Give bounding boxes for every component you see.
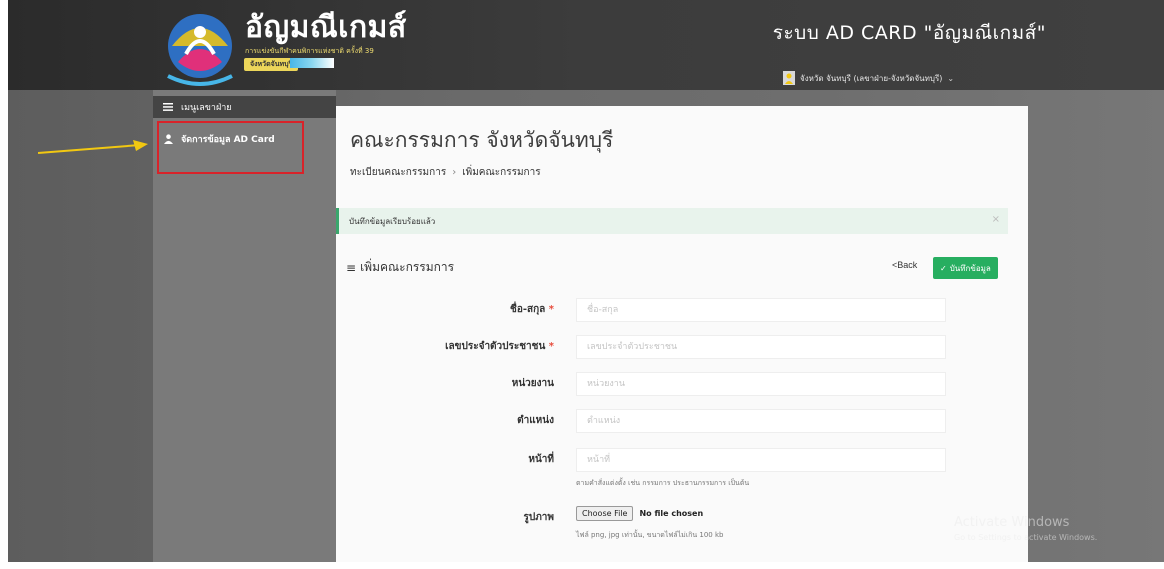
file-upload: Choose File No file chosen (576, 506, 703, 521)
sidebar-item-menu[interactable]: เมนูเลขาฝ่าย (153, 96, 336, 118)
choose-file-button[interactable]: Choose File (576, 506, 634, 521)
annotation-arrow-icon (38, 140, 148, 154)
screenshot-photo: อัญมณีเกมส์ การแข่งขันกีฬาคนพิการแห่งชาต… (8, 0, 1164, 562)
duty-label: หน้าที่ (528, 454, 554, 465)
back-button[interactable]: <Back (892, 260, 917, 270)
unit-label: หน่วยงาน (511, 378, 554, 389)
activate-windows-watermark: Activate Windows Go to Settings to activ… (954, 514, 1097, 543)
main-content: คณะกรรมการ จังหวัดจันทบุรี ทะเบียนคณะกรร… (336, 106, 1028, 562)
page-title: คณะกรรมการ จังหวัดจันทบุรี (350, 128, 614, 152)
alert-text: บันทึกข้อมูลเรียบร้อยแล้ว (349, 216, 436, 226)
breadcrumb-current: เพิ่มคณะกรรมการ (462, 167, 541, 178)
required-mark: * (548, 304, 554, 315)
duty-field[interactable] (576, 448, 946, 472)
logo-title: อัญมณีเกมส์ (245, 10, 407, 45)
duty-help-text: ตามคำสั่งแต่งตั้ง เช่น กรรมการ ประธานกรร… (576, 479, 750, 487)
unit-field[interactable] (576, 372, 946, 396)
logo-stripe (290, 58, 334, 68)
user-name: จังหวัด จันทบุรี (เลขาฝ่าย-จังหวัดจันทบุ… (800, 73, 943, 83)
success-alert: บันทึกข้อมูลเรียบร้อยแล้ว × (336, 208, 1008, 234)
photo-help-text: ไฟล์ png, jpg เท่านั้น, ขนาดไฟล์ไม่เกิน … (576, 531, 724, 539)
annotation-highlight-box (157, 121, 304, 174)
position-label: ตำแหน่ง (517, 415, 554, 426)
section-title-text: เพิ่มคณะกรรมการ (360, 260, 455, 274)
close-icon[interactable]: × (992, 214, 1000, 225)
logo-subtitle: การแข่งขันกีฬาคนพิการแห่งชาติ ครั้งที่ 3… (245, 47, 374, 55)
sidebar-item-label: เมนูเลขาฝ่าย (181, 103, 232, 113)
file-status: No file chosen (639, 509, 704, 518)
photo-label: รูปภาพ (523, 512, 554, 523)
id-label: เลขประจำตัวประชาชน * (445, 341, 554, 352)
user-avatar-icon (783, 71, 795, 85)
user-menu[interactable]: จังหวัด จันทบุรี (เลขาฝ่าย-จังหวัดจันทบุ… (783, 71, 954, 85)
breadcrumb-separator-icon: › (452, 167, 457, 178)
save-button[interactable]: ✓ บันทึกข้อมูล (933, 257, 998, 279)
menu-icon (163, 102, 173, 112)
check-icon: ✓ (940, 263, 947, 273)
name-label: ชื่อ-สกุล * (510, 304, 554, 315)
breadcrumb: ทะเบียนคณะกรรมการ › เพิ่มคณะกรรมการ (350, 165, 541, 180)
list-icon: ≡ (346, 260, 357, 275)
name-field[interactable] (576, 298, 946, 322)
logo-emblem-icon (160, 6, 240, 90)
section-title: ≡ เพิ่มคณะกรรมการ (346, 258, 454, 277)
watermark-line1: Activate Windows (954, 515, 1070, 530)
watermark-line2: Go to Settings to activate Windows. (954, 533, 1098, 543)
breadcrumb-link[interactable]: ทะเบียนคณะกรรมการ (350, 165, 446, 180)
position-field[interactable] (576, 409, 946, 433)
required-mark: * (548, 341, 554, 352)
top-navbar: อัญมณีเกมส์ การแข่งขันกีฬาคนพิการแห่งชาต… (8, 0, 1164, 90)
system-title: ระบบ AD CARD "อัญมณีเกมส์" (772, 22, 1046, 44)
chevron-down-icon: ⌄ (947, 73, 955, 83)
save-button-label: บันทึกข้อมูล (949, 263, 991, 273)
photo-border (0, 562, 1164, 569)
id-field[interactable] (576, 335, 946, 359)
